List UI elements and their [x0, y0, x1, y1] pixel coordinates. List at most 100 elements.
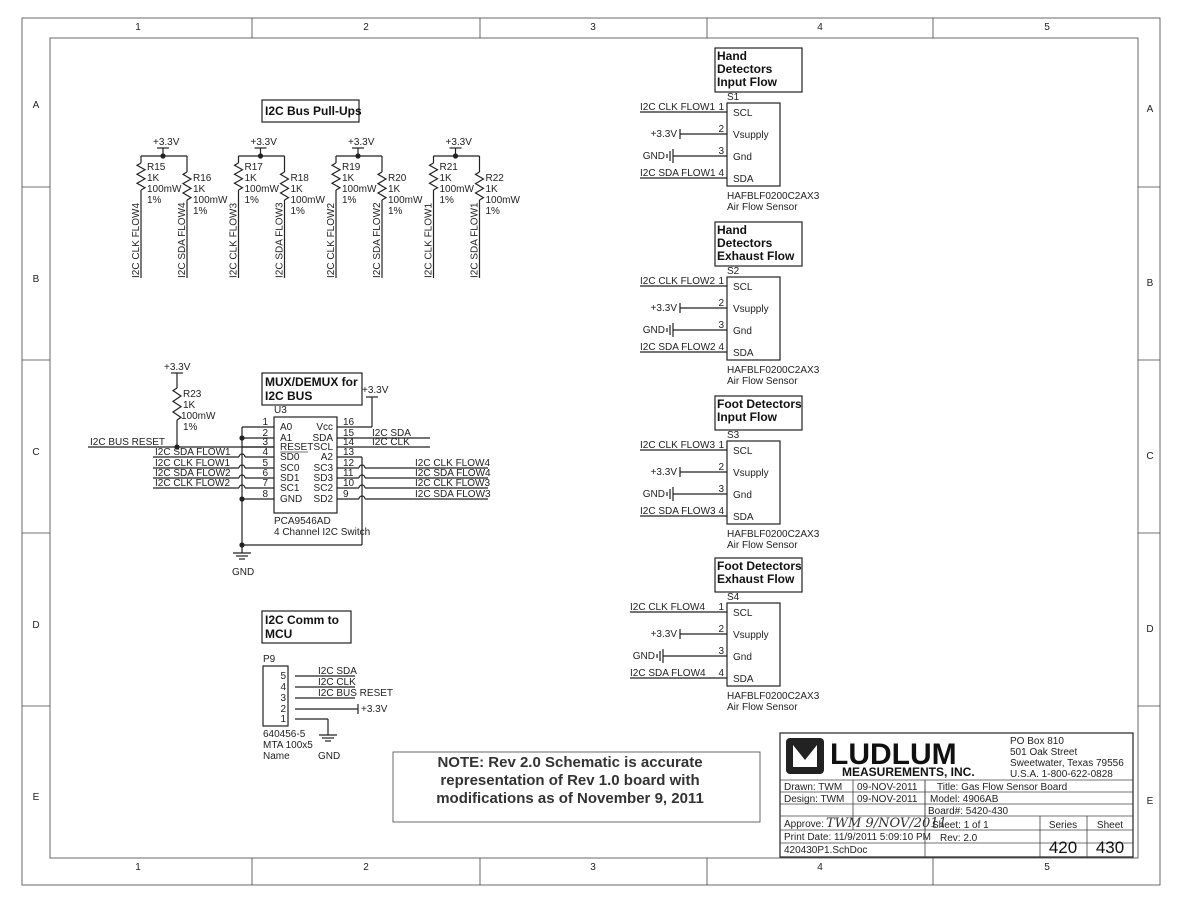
- mux-section: MUX/DEMUX forI2C BUS U3 +3.3V R231K100mW1% I…: [88, 362, 491, 578]
- net-label: I2C CLK FLOW3: [229, 203, 240, 278]
- supply-label: +3.3V: [651, 129, 678, 140]
- company-address: Sweetwater, Texas 79556: [1010, 758, 1124, 769]
- junction-dot: [355, 153, 361, 159]
- net-label: I2C BUS RESET: [90, 437, 165, 448]
- pin-name: SDA: [733, 674, 754, 685]
- pin-name: SCL: [733, 282, 753, 293]
- resistor-symbol: [376, 171, 388, 201]
- pin-number: 3: [718, 646, 724, 657]
- net-label: I2C SDA: [318, 666, 357, 677]
- resistor-tolerance: 1%: [291, 206, 306, 217]
- pin-number: 1: [718, 440, 724, 451]
- column-label: 3: [590, 862, 596, 873]
- i2c-pullups-section: I2C Bus Pull-Ups+3.3VR151K100mW1%R161K10…: [131, 99, 521, 278]
- part-description: Air Flow Sensor: [727, 702, 798, 713]
- row-label: D: [1146, 624, 1153, 635]
- component-ref: S4: [727, 592, 740, 603]
- pin-number: 4: [280, 682, 286, 693]
- component-ref: U3: [274, 405, 287, 416]
- supply-label: +3.3V: [651, 303, 678, 314]
- resistor-tolerance: 1%: [342, 195, 357, 206]
- company-address: U.S.A. 1-800-622-0828: [1010, 769, 1113, 780]
- resistor-ref: R18: [291, 173, 310, 184]
- pin-name: Vcc: [316, 422, 333, 433]
- net-label: I2C SDA FLOW4: [177, 202, 188, 278]
- pin-name: SC1: [280, 483, 300, 494]
- resistor-power: 100mW: [342, 184, 377, 195]
- net-label: I2C SDA FLOW2: [372, 202, 383, 278]
- design-date: 09-NOV-2011: [857, 794, 918, 805]
- part-number: HAFBLF0200C2AX3: [727, 365, 820, 376]
- net-label: I2C SDA FLOW3: [415, 489, 491, 500]
- resistor-value: 1K: [147, 173, 160, 184]
- supply-label: +3.3V: [153, 137, 180, 148]
- resistor-ref: R23: [183, 389, 202, 400]
- section-title: Exhaust Flow: [717, 572, 795, 586]
- resistor-symbol: [233, 162, 244, 191]
- ludlum-logo-icon: [786, 738, 824, 774]
- row-label: C: [1146, 451, 1153, 462]
- note-line: modifications as of November 9, 2011: [436, 790, 704, 807]
- section-title: Detectors: [717, 236, 773, 250]
- section-title: Input Flow: [717, 75, 778, 89]
- series-label: Series: [1049, 820, 1077, 831]
- company-address: 501 Oak Street: [1010, 747, 1077, 758]
- component-ref: S3: [727, 430, 740, 441]
- section-title: Detectors: [717, 62, 773, 76]
- net-label: I2C CLK FLOW2: [155, 478, 230, 489]
- ground-label: GND: [318, 751, 340, 762]
- pin-number: 4: [718, 668, 724, 679]
- net-label: I2C SDA FLOW3: [275, 202, 286, 278]
- pin-name: Gnd: [733, 152, 752, 163]
- pin-number: 3: [718, 320, 724, 331]
- row-label: A: [33, 100, 40, 111]
- row-label: E: [1147, 796, 1154, 807]
- row-label: A: [1147, 104, 1154, 115]
- row-label: B: [33, 274, 40, 285]
- pin-name: Gnd: [733, 652, 752, 663]
- company-address: PO Box 810: [1010, 736, 1064, 747]
- section-title: I2C BUS: [265, 389, 312, 403]
- supply-label: +3.3V: [348, 137, 375, 148]
- part-number: 640456-5: [263, 729, 306, 740]
- resistor-symbol: [330, 162, 342, 191]
- resistor-power: 100mW: [486, 195, 521, 206]
- pin-name: SDA: [733, 348, 754, 359]
- sheet-count: Sheet: 1 of 1: [932, 820, 989, 831]
- net-label: I2C CLK FLOW4: [630, 602, 705, 613]
- resistor-value: 1K: [440, 173, 453, 184]
- pin-number: 4: [718, 506, 724, 517]
- ground-label: GND: [232, 567, 254, 578]
- resistor-value: 1K: [486, 184, 499, 195]
- print-date: Print Date: 11/9/2011 5:09:10 PM: [784, 832, 931, 843]
- column-label: 1: [135, 862, 141, 873]
- net-label: I2C CLK FLOW4: [131, 203, 142, 278]
- pin-number: 3: [280, 693, 286, 704]
- net-label: I2C SDA FLOW1: [155, 447, 231, 458]
- resistor-symbol: [279, 171, 290, 201]
- junction-dot: [239, 496, 245, 502]
- part-description: Air Flow Sensor: [727, 376, 798, 387]
- resistor-tolerance: 1%: [183, 422, 198, 433]
- junction-dot: [239, 435, 245, 441]
- section-title: Hand: [717, 49, 747, 63]
- section-title: Exhaust Flow: [717, 249, 795, 263]
- section-title: Hand: [717, 223, 747, 237]
- net-label: I2C SDA FLOW1: [470, 202, 481, 278]
- designed-by: Design: TWM: [784, 794, 844, 805]
- section-title: Foot Detectors: [717, 397, 802, 411]
- ground-label: GND: [643, 151, 665, 162]
- mcu-connector-section: I2C Comm toMCU P9 5 I2C SDA 4 I2C CLK 3 I2C BUS…: [261, 610, 393, 762]
- resistor-ref: R20: [388, 173, 407, 184]
- pin-number: 4: [262, 447, 268, 458]
- name-label: Name: [263, 751, 290, 762]
- part-description: MTA 100x5: [263, 740, 313, 751]
- revision: Rev: 2.0: [940, 833, 978, 844]
- sheet-label: Sheet: [1097, 820, 1123, 831]
- pin-number: 2: [718, 124, 724, 135]
- section-title: I2C Bus Pull-Ups: [265, 104, 362, 118]
- junction-dot: [160, 153, 166, 159]
- pin-number: 2: [718, 462, 724, 473]
- note-line: NOTE: Rev 2.0 Schematic is accurate: [437, 754, 702, 771]
- resistor-power: 100mW: [147, 184, 182, 195]
